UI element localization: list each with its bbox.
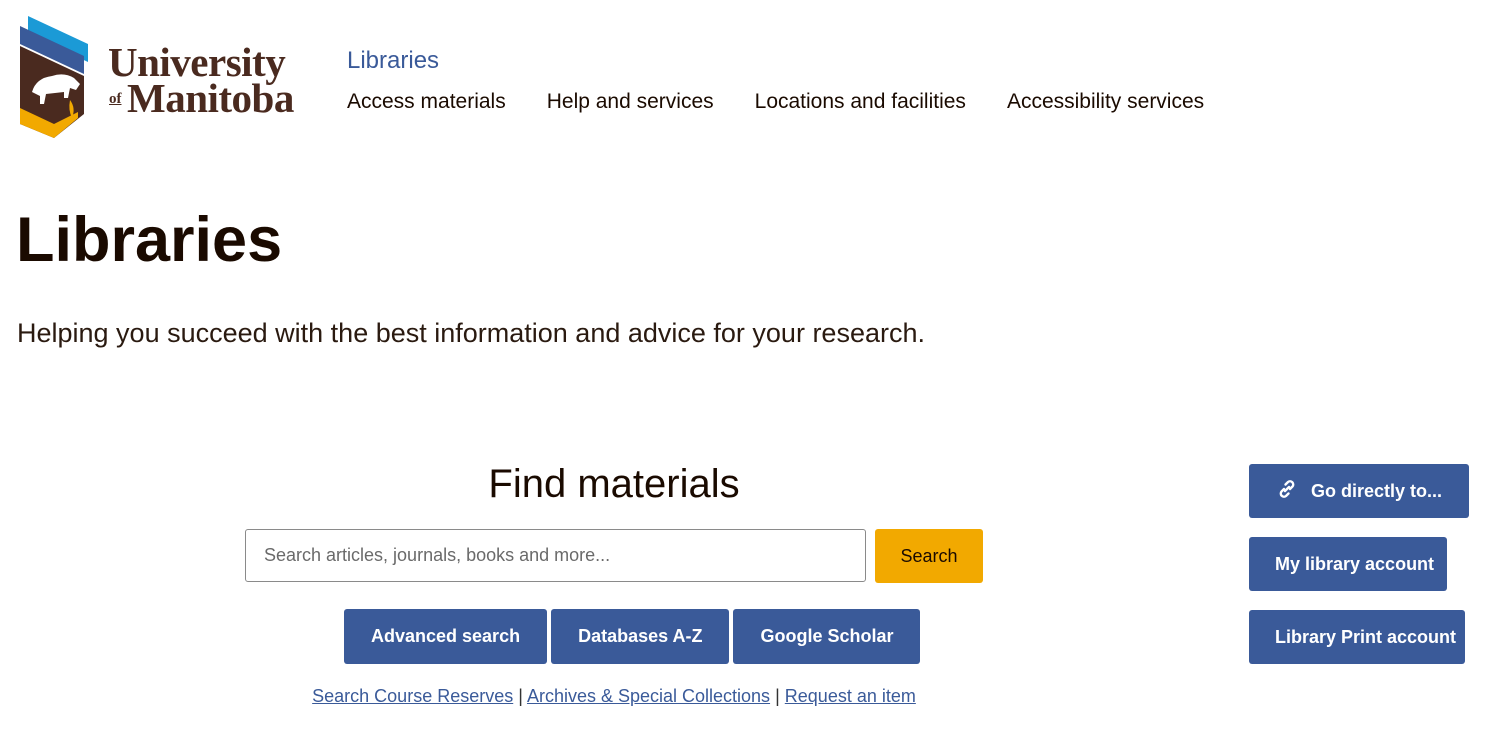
site-name-link[interactable]: Libraries [347,47,439,75]
go-directly-label: Go directly to... [1311,480,1443,501]
google-scholar-button[interactable]: Google Scholar [733,609,921,664]
find-materials-heading: Find materials [488,462,740,506]
main-nav: Access materials Help and services Locat… [347,90,1204,114]
link-separator: | [518,686,523,706]
library-print-account-button[interactable]: Library Print account [1249,610,1465,664]
archives-special-collections-link[interactable]: Archives & Special Collections [527,686,770,706]
logo-wordmark-of: of [109,91,122,107]
nav-accessibility-services[interactable]: Accessibility services [1007,90,1204,114]
search-input[interactable] [245,529,866,582]
link-icon [1275,477,1299,506]
find-sub-links: Search Course Reserves | Archives & Spec… [245,686,983,707]
course-reserves-link[interactable]: Search Course Reserves [312,686,513,706]
logo-wordmark-manitoba: Manitoba [127,75,294,121]
page: University of Manitoba Libraries Access … [0,0,1492,743]
nav-access-materials[interactable]: Access materials [347,90,506,114]
bison-shield-icon [20,16,88,138]
advanced-search-button[interactable]: Advanced search [344,609,548,664]
request-item-link[interactable]: Request an item [785,686,916,706]
my-library-account-button[interactable]: My library account [1249,537,1447,591]
page-lead: Helping you succeed with the best inform… [17,318,925,348]
link-separator: | [775,686,780,706]
databases-az-button[interactable]: Databases A-Z [551,609,730,664]
quick-search-buttons: Advanced search Databases A-Z Google Sch… [344,609,921,664]
nav-locations-and-facilities[interactable]: Locations and facilities [755,90,966,114]
go-directly-button[interactable]: Go directly to... [1249,464,1469,518]
nav-help-and-services[interactable]: Help and services [547,90,714,114]
page-title: Libraries [16,205,283,275]
university-logo[interactable]: University of Manitoba [18,14,298,140]
search-button[interactable]: Search [875,529,983,583]
